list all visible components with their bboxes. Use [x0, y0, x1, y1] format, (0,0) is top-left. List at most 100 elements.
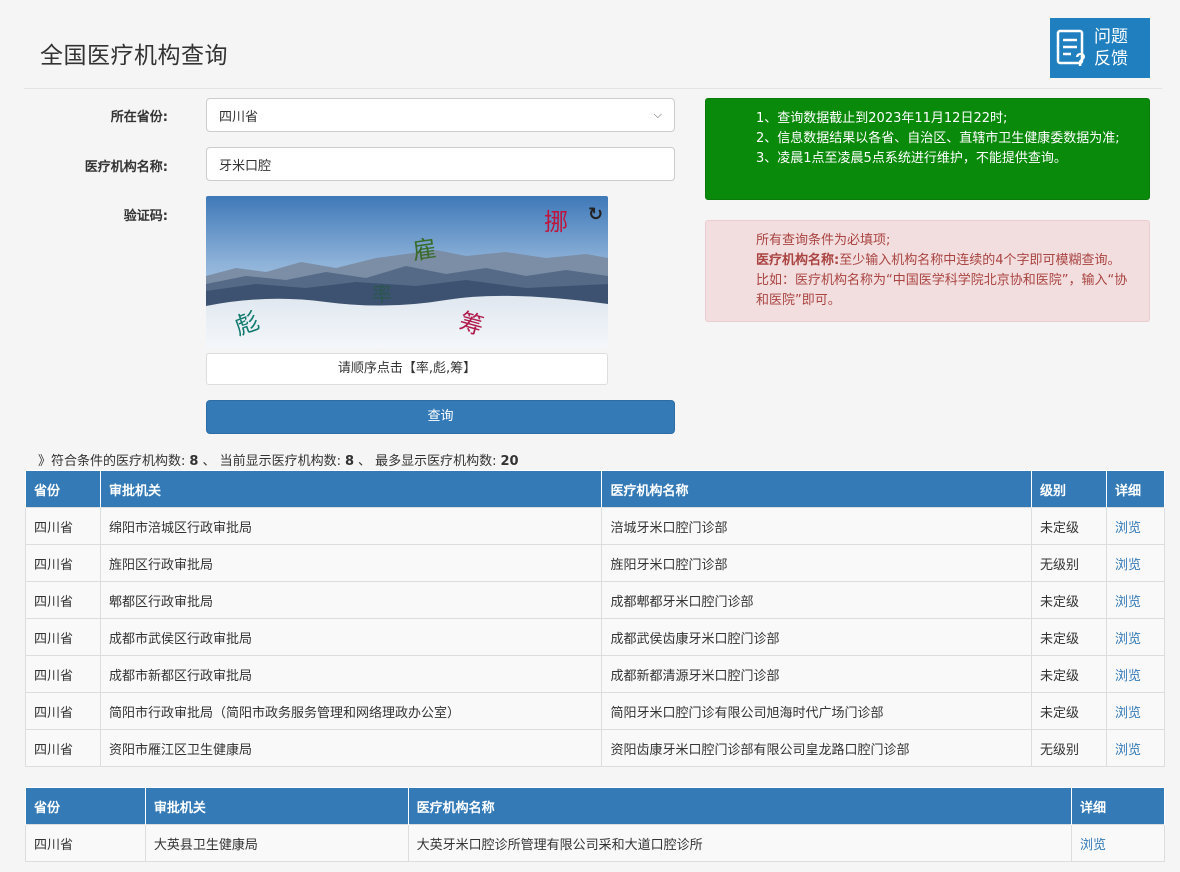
table-cell: 四川省	[25, 655, 101, 693]
table-row: 四川省 绵阳市涪城区行政审批局 涪城牙米口腔门诊部 未定级 浏览	[25, 507, 1165, 545]
table-cell: 四川省	[25, 692, 101, 730]
feedback-label-line1: 问题	[1094, 27, 1128, 47]
column-header: 省份	[25, 470, 101, 508]
table-cell: 涪城牙米口腔门诊部	[601, 507, 1033, 545]
table-cell: 成都武侯齿康牙米口腔门诊部	[601, 618, 1033, 656]
table-cell: 资阳市雁江区卫生健康局	[99, 729, 603, 767]
required-text: 所有查询条件为必填项;	[756, 233, 891, 248]
table-row: 四川省 成都市武侯区行政审批局 成都武侯齿康牙米口腔门诊部 未定级 浏览	[25, 618, 1165, 656]
table-row: 四川省 大英县卫生健康局 大英牙米口腔诊所管理有限公司采和大道口腔诊所 浏览	[25, 824, 1165, 862]
province-select[interactable]: 四川省 ⌵	[206, 98, 675, 132]
captcha-hint: 请顺序点击【率,彪,筹】	[206, 353, 608, 385]
province-select-value: 四川省	[219, 109, 259, 125]
refresh-icon[interactable]: ↻	[588, 204, 603, 225]
summary-matched-count: 8	[189, 454, 199, 469]
page-title: 全国医疗机构查询	[40, 43, 228, 69]
table-cell: 未定级	[1031, 655, 1107, 693]
column-header: 审批机关	[99, 470, 603, 508]
table-cell: 未定级	[1031, 692, 1107, 730]
institution-name-value: 牙米口腔	[219, 158, 272, 174]
table-cell: 四川省	[25, 824, 146, 862]
captcha-char-3[interactable]: 率	[372, 278, 392, 307]
table-cell: 无级别	[1031, 729, 1107, 767]
table-cell: 资阳齿康牙米口腔门诊部有限公司皇龙路口腔门诊部	[601, 729, 1033, 767]
table-cell: 未定级	[1031, 618, 1107, 656]
results-table-2: 省份 审批机关 医疗机构名称 详细 四川省 大英县卫生健康局 大英牙米口腔诊所管理有…	[25, 787, 1165, 862]
feedback-icon: ?	[1050, 18, 1094, 78]
table-row: 四川省 郫都区行政审批局 成都郫都牙米口腔门诊部 未定级 浏览	[25, 581, 1165, 619]
table-row: 四川省 简阳市行政审批局（简阳市政务服务管理和网络理政办公室） 简阳牙米口腔门诊有限…	[25, 692, 1165, 730]
result-summary: 》符合条件的医疗机构数: 8、 当前显示医疗机构数: 8、 最多显示医疗机构数: 20	[38, 450, 523, 469]
table-cell: 四川省	[25, 581, 101, 619]
province-label: 所在省份:	[110, 110, 168, 125]
table-cell: 四川省	[25, 729, 101, 767]
table-cell: 大英县卫生健康局	[144, 824, 409, 862]
name-hint-label: 医疗机构名称:	[756, 253, 840, 268]
table-cell: 郫都区行政审批局	[99, 581, 603, 619]
table-cell: 成都市武侯区行政审批局	[99, 618, 603, 656]
table-header-row: 省份 审批机关 医疗机构名称 级别 详细	[25, 470, 1165, 508]
table-row: 四川省 成都市新都区行政审批局 成都新都清源牙米口腔门诊部 未定级 浏览	[25, 655, 1165, 693]
table-header-row: 省份 审批机关 医疗机构名称 详细	[25, 787, 1165, 825]
summary-shown-label: 、 当前显示医疗机构数:	[202, 454, 341, 469]
captcha-char-2[interactable]: 雇	[410, 229, 439, 267]
view-details-link[interactable]: 浏览	[1115, 669, 1141, 684]
column-header: 医疗机构名称	[407, 787, 1073, 825]
table-cell: 浏览	[1106, 544, 1165, 582]
notice-line-3: 3、凌晨1点至凌晨5点系统进行维护，不能提供查询。	[756, 151, 1067, 166]
table-cell: 大英牙米口腔诊所管理有限公司采和大道口腔诊所	[407, 824, 1073, 862]
summary-matched-label: 》符合条件的医疗机构数:	[38, 454, 186, 469]
view-details-link[interactable]: 浏览	[1115, 595, 1141, 610]
table-cell: 浏览	[1106, 692, 1165, 730]
results-table: 省份 审批机关 医疗机构名称 级别 详细 四川省 绵阳市涪城区行政审批局 涪城牙米口…	[25, 470, 1165, 767]
summary-max-count: 20	[500, 454, 519, 469]
view-details-link[interactable]: 浏览	[1080, 838, 1106, 853]
view-details-link[interactable]: 浏览	[1115, 521, 1141, 536]
table-cell: 绵阳市涪城区行政审批局	[99, 507, 603, 545]
captcha-char-1[interactable]: 挪	[544, 202, 568, 237]
view-details-link[interactable]: 浏览	[1115, 706, 1141, 721]
view-details-link[interactable]: 浏览	[1115, 743, 1141, 758]
svg-text:?: ?	[1075, 50, 1086, 68]
institution-name-input[interactable]: 牙米口腔	[206, 147, 675, 181]
notice-line-1: 1、查询数据截止到2023年11月12日22时;	[756, 111, 1008, 126]
view-details-link[interactable]: 浏览	[1115, 558, 1141, 573]
table-cell: 四川省	[25, 618, 101, 656]
table-cell: 成都新都清源牙米口腔门诊部	[601, 655, 1033, 693]
institution-name-label: 医疗机构名称:	[84, 160, 168, 175]
column-header: 详细	[1106, 470, 1165, 508]
summary-shown-count: 8	[344, 454, 354, 469]
table-cell: 浏览	[1071, 824, 1165, 862]
table-cell: 未定级	[1031, 581, 1107, 619]
table-row: 四川省 旌阳区行政审批局 旌阳牙米口腔门诊部 无级别 浏览	[25, 544, 1165, 582]
table-cell: 简阳市行政审批局（简阳市政务服务管理和网络理政办公室）	[99, 692, 603, 730]
captcha-image[interactable]: 挪 雇 率 彪 筹 ↻	[206, 196, 608, 348]
summary-max-label: 、 最多显示医疗机构数:	[358, 454, 497, 469]
column-header: 医疗机构名称	[601, 470, 1033, 508]
query-button[interactable]: 查询	[206, 400, 675, 434]
table-cell: 浏览	[1106, 655, 1165, 693]
feedback-button[interactable]: ? 问题 反馈	[1050, 18, 1150, 78]
table-cell: 浏览	[1106, 581, 1165, 619]
title-divider	[24, 88, 1162, 89]
feedback-label-line2: 反馈	[1094, 49, 1128, 69]
captcha-label: 验证码:	[123, 209, 168, 224]
column-header: 省份	[25, 787, 146, 825]
table-cell: 简阳牙米口腔门诊有限公司旭海时代广场门诊部	[601, 692, 1033, 730]
table-cell: 无级别	[1031, 544, 1107, 582]
column-header: 详细	[1071, 787, 1165, 825]
view-details-link[interactable]: 浏览	[1115, 632, 1141, 647]
table-cell: 成都市新都区行政审批局	[99, 655, 603, 693]
table-row: 四川省 资阳市雁江区卫生健康局 资阳齿康牙米口腔门诊部有限公司皇龙路口腔门诊部 无级别…	[25, 729, 1165, 767]
table-cell: 未定级	[1031, 507, 1107, 545]
column-header: 级别	[1031, 470, 1107, 508]
column-header: 审批机关	[144, 787, 409, 825]
data-notice: 1、查询数据截止到2023年11月12日22时; 2、信息数据结果以各省、自治区…	[705, 98, 1150, 200]
table-cell: 四川省	[25, 507, 101, 545]
table-cell: 浏览	[1106, 507, 1165, 545]
table-cell: 浏览	[1106, 729, 1165, 767]
table-cell: 成都郫都牙米口腔门诊部	[601, 581, 1033, 619]
table-cell: 浏览	[1106, 618, 1165, 656]
table-cell: 四川省	[25, 544, 101, 582]
table-cell: 旌阳区行政审批局	[99, 544, 603, 582]
